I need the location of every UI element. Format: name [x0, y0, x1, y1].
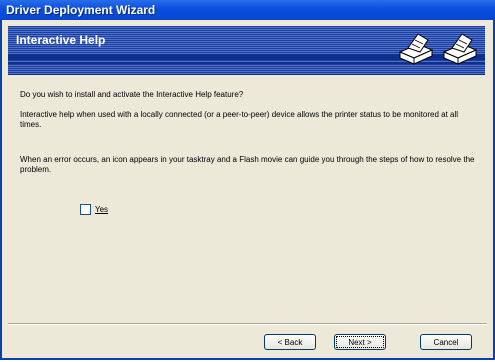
question-text: Do you wish to install and activate the … [20, 90, 244, 99]
yes-checkbox[interactable] [80, 204, 91, 215]
footer-separator [8, 323, 487, 325]
window-title: Driver Deployment Wizard [6, 3, 156, 17]
content-area: Do you wish to install and activate the … [8, 80, 485, 324]
header-banner: Interactive Help [8, 26, 485, 75]
next-button[interactable]: Next > [334, 334, 386, 350]
back-button[interactable]: < Back [264, 334, 316, 350]
yes-checkbox-row[interactable]: Yes [80, 204, 108, 215]
wizard-window: Driver Deployment Wizard Interactive Hel… [0, 0, 495, 360]
description-text: Interactive help when used with a locall… [20, 110, 459, 129]
title-bar[interactable]: Driver Deployment Wizard [0, 0, 495, 20]
error-info-text: When an error occurs, an icon appears in… [20, 155, 475, 174]
banner-title: Interactive Help [16, 33, 106, 47]
cancel-button[interactable]: Cancel [420, 334, 472, 350]
printer-icon [398, 33, 434, 65]
printer-icon [442, 33, 478, 65]
yes-checkbox-label[interactable]: Yes [95, 205, 108, 214]
